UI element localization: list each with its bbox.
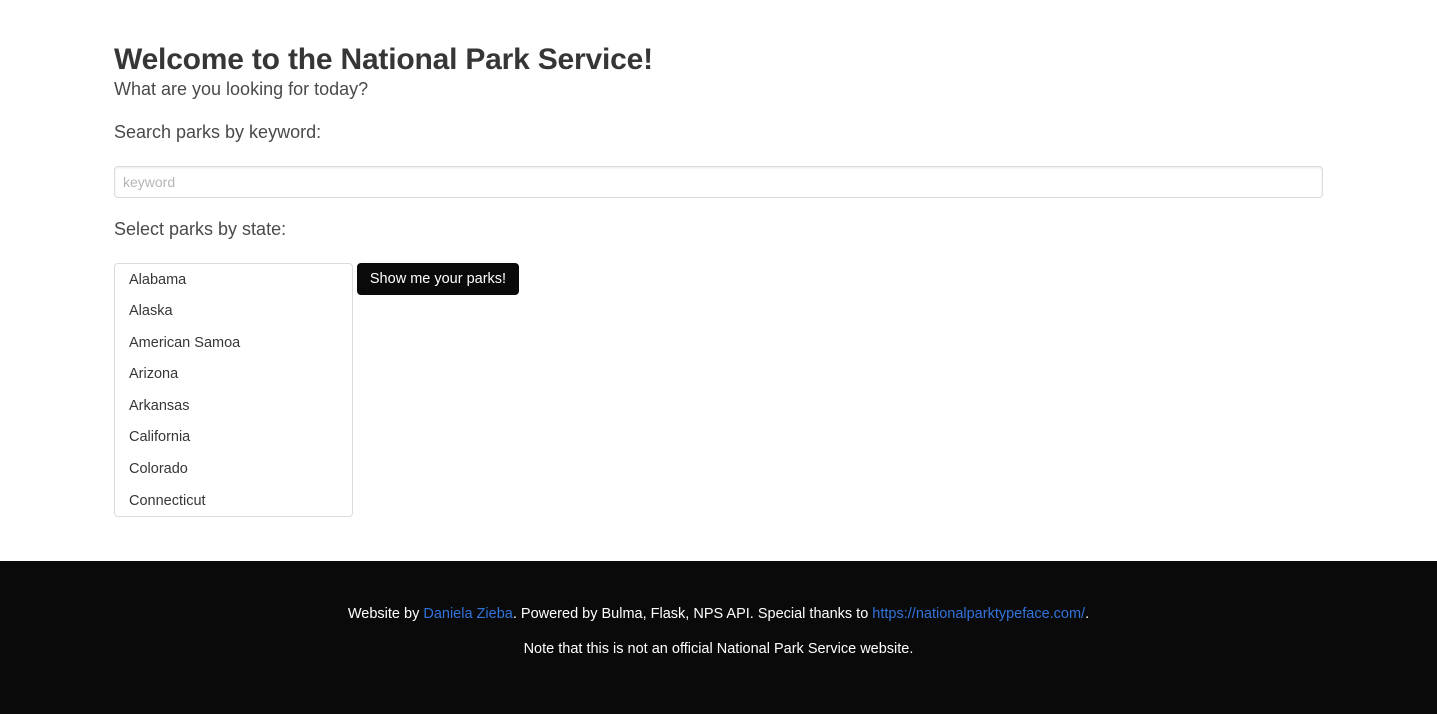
show-parks-button[interactable]: Show me your parks! bbox=[357, 263, 519, 295]
author-link[interactable]: Daniela Zieba bbox=[423, 606, 512, 622]
footer-prefix-text: Website by bbox=[347, 606, 424, 622]
state-option[interactable]: Alaska bbox=[115, 296, 352, 328]
keyword-search-input[interactable] bbox=[114, 166, 1323, 198]
state-option[interactable]: Arizona bbox=[115, 359, 352, 391]
footer-credits: Website by Daniela Zieba. Powered by Bul… bbox=[0, 606, 1437, 622]
keyword-label: Search parks by keyword: bbox=[114, 122, 322, 142]
state-select-list[interactable]: Alabama Alaska American Samoa Arizona Ar… bbox=[114, 263, 353, 517]
state-option[interactable]: Connecticut bbox=[115, 486, 352, 516]
page-subtitle: What are you looking for today? bbox=[114, 79, 369, 99]
state-option[interactable]: American Samoa bbox=[115, 328, 352, 360]
footer-middle-text: . Powered by Bulma, Flask, NPS API. Spec… bbox=[512, 606, 873, 622]
footer-disclaimer: Note that this is not an official Nation… bbox=[523, 641, 914, 657]
state-option[interactable]: Alabama bbox=[115, 265, 352, 297]
state-label: Select parks by state: bbox=[114, 219, 287, 239]
footer: Website by Daniela Zieba. Powered by Bul… bbox=[0, 561, 1437, 714]
page-title: Welcome to the National Park Service! bbox=[114, 43, 653, 76]
state-option[interactable]: Arkansas bbox=[115, 391, 352, 423]
typeface-link[interactable]: https://nationalparktypeface.com/ bbox=[872, 606, 1085, 622]
footer-suffix-text: . bbox=[1085, 606, 1090, 622]
state-option[interactable]: California bbox=[115, 422, 352, 454]
state-option[interactable]: Colorado bbox=[115, 454, 352, 486]
